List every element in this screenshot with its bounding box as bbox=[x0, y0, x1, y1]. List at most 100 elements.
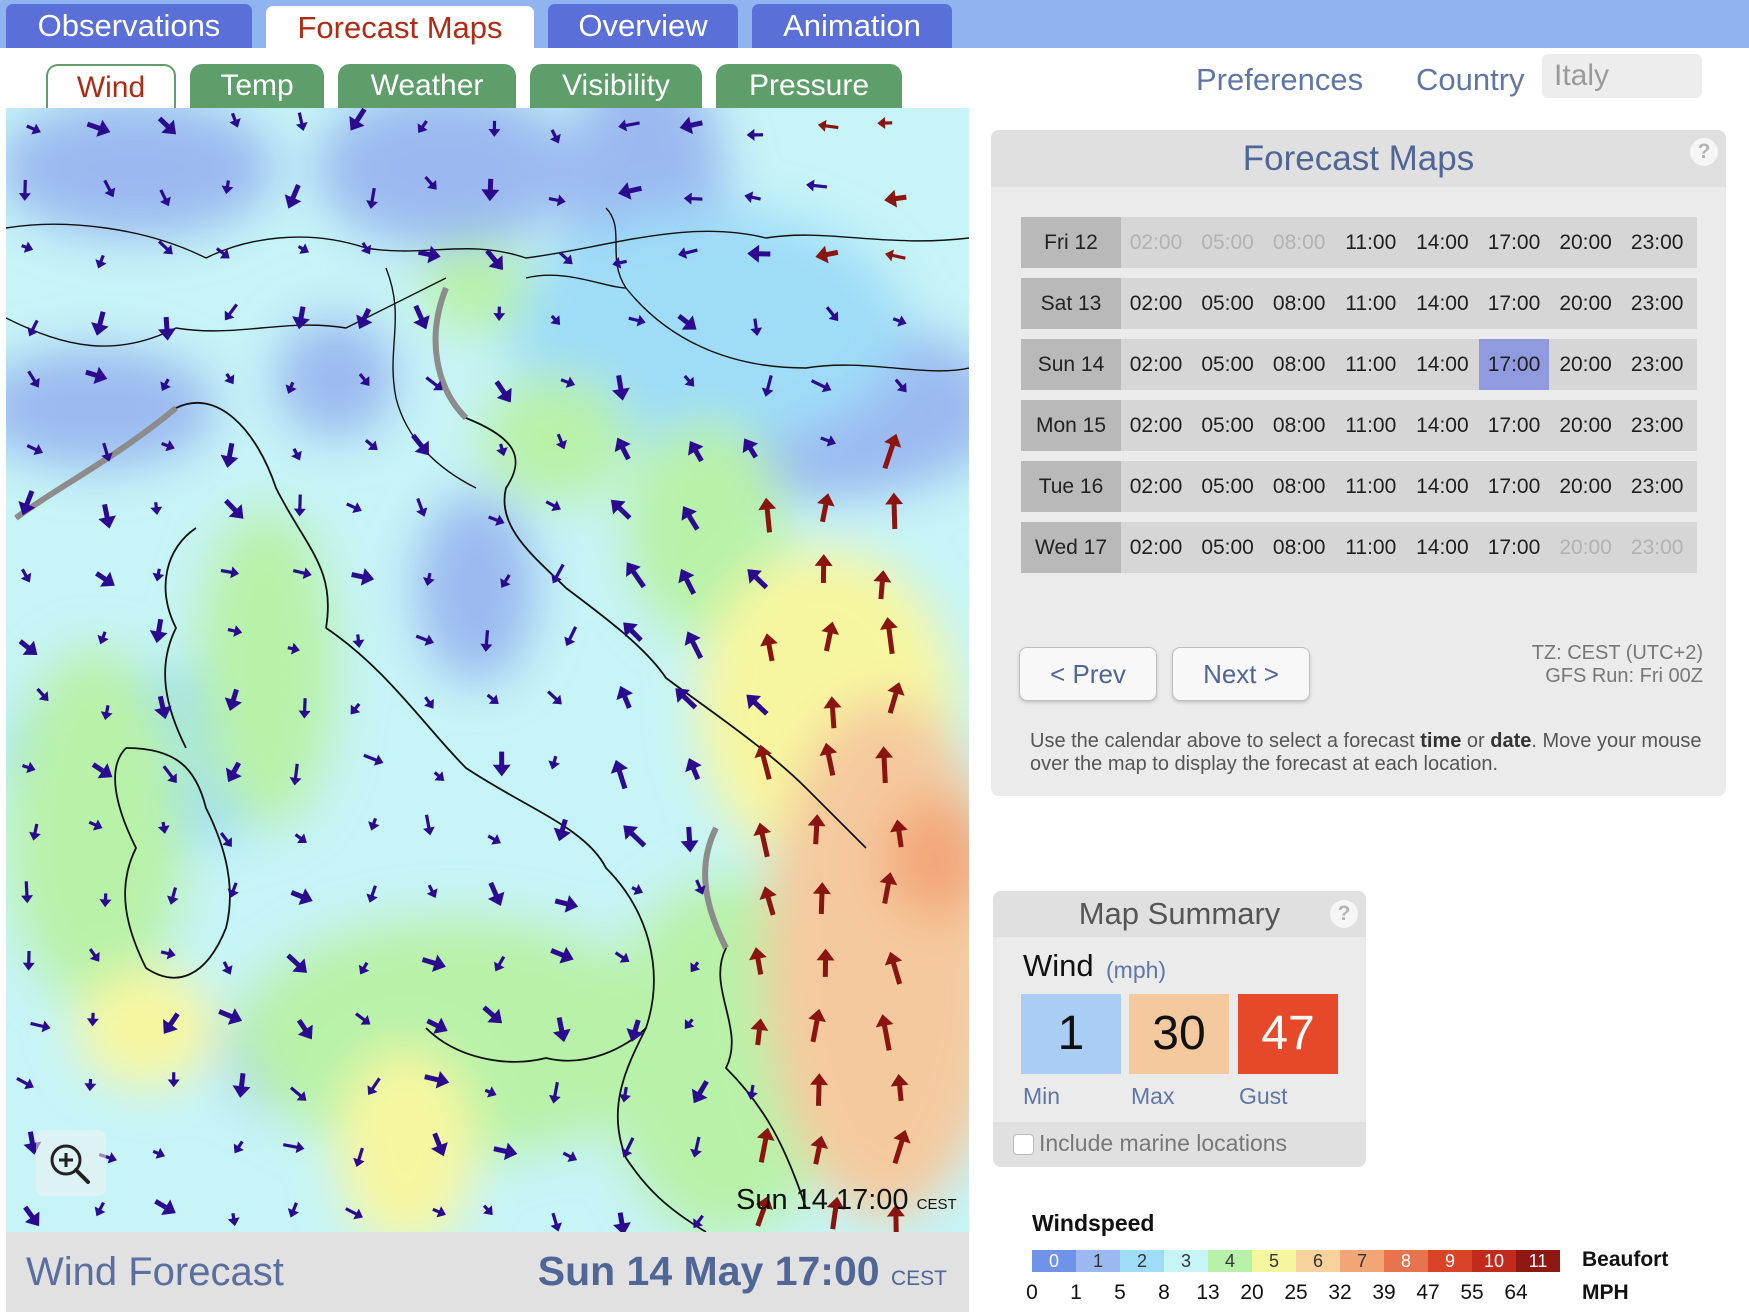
forecast-time-slot[interactable]: 14:00 bbox=[1407, 522, 1477, 573]
forecast-time-slot[interactable]: 11:00 bbox=[1336, 522, 1406, 573]
map-datetime-value: Sun 14 May 17:00 bbox=[537, 1248, 880, 1294]
summary-max-label: Max bbox=[1131, 1083, 1175, 1109]
forecast-day-row: Tue 16 02:00 05:00 08:00 11:00 14:00 17:00 20:0… bbox=[1021, 461, 1697, 512]
legend-beaufort-cell: 8 bbox=[1384, 1250, 1428, 1272]
forecast-time-slot[interactable]: 20:00 bbox=[1551, 217, 1621, 268]
legend-beaufort-label: Beaufort bbox=[1582, 1248, 1669, 1271]
forecast-time-slot[interactable]: 08:00 bbox=[1264, 339, 1334, 390]
marine-checkbox[interactable] bbox=[1013, 1134, 1034, 1155]
summary-unit: (mph) bbox=[1106, 957, 1167, 983]
forecast-time-slot[interactable]: 17:00 bbox=[1479, 400, 1549, 451]
forecast-time-slot[interactable]: 23:00 bbox=[1622, 217, 1692, 268]
forecast-time-slot[interactable]: 05:00 bbox=[1193, 400, 1263, 451]
forecast-time-slot[interactable]: 08:00 bbox=[1264, 400, 1334, 451]
tab-animation[interactable]: Animation bbox=[752, 4, 952, 48]
summary-gust-value: 47 bbox=[1238, 994, 1338, 1074]
forecast-time-slot[interactable]: 08:00 bbox=[1264, 278, 1334, 329]
forecast-time-slot[interactable]: 11:00 bbox=[1336, 339, 1406, 390]
forecast-day-label[interactable]: Wed 17 bbox=[1021, 522, 1121, 573]
tab-forecast-maps[interactable]: Forecast Maps bbox=[266, 6, 534, 48]
forecast-time-slot[interactable]: 02:00 bbox=[1121, 278, 1191, 329]
forecast-time-slot[interactable]: 23:00 bbox=[1622, 339, 1692, 390]
subtab-weather[interactable]: Weather bbox=[338, 64, 516, 108]
legend-beaufort-cell: 6 bbox=[1296, 1250, 1340, 1272]
forecast-time-slot[interactable]: 20:00 bbox=[1551, 400, 1621, 451]
summary-variable: Wind bbox=[1023, 948, 1094, 983]
legend-beaufort-cell: 10 bbox=[1472, 1250, 1516, 1272]
windspeed-legend: Windspeed 0 0 1 1 2 5 3 8 4 13 5 20 6 25 7 32 8 39 9 47 10 55… bbox=[1000, 1210, 1740, 1310]
forecast-help-icon[interactable]: ? bbox=[1690, 138, 1718, 166]
legend-mph-value: 8 bbox=[1158, 1281, 1170, 1304]
map-datetime-tz: CEST bbox=[890, 1267, 947, 1290]
preferences-link[interactable]: Preferences bbox=[1196, 58, 1363, 102]
legend-beaufort-cell: 3 bbox=[1164, 1250, 1208, 1272]
forecast-time-slot[interactable]: 14:00 bbox=[1407, 278, 1477, 329]
legend-mph-value: 25 bbox=[1284, 1281, 1308, 1304]
legend-mph-value: 32 bbox=[1328, 1281, 1352, 1304]
forecast-time-slot[interactable]: 14:00 bbox=[1407, 217, 1477, 268]
forecast-time-slot[interactable]: 14:00 bbox=[1407, 461, 1477, 512]
forecast-day-label[interactable]: Fri 12 bbox=[1021, 217, 1121, 268]
legend-beaufort-cell: 0 bbox=[1032, 1250, 1076, 1272]
forecast-time-slot[interactable]: 23:00 bbox=[1622, 278, 1692, 329]
forecast-time-slot[interactable]: 05:00 bbox=[1193, 278, 1263, 329]
country-label: Country bbox=[1416, 62, 1525, 97]
forecast-day-row: Fri 12 02:00 05:00 08:00 11:00 14:00 17:00 20:0… bbox=[1021, 217, 1697, 268]
forecast-time-slot[interactable]: 02:00 bbox=[1121, 522, 1191, 573]
forecast-time-slot[interactable]: 05:00 bbox=[1193, 339, 1263, 390]
forecast-time-slot[interactable]: 08:00 bbox=[1264, 461, 1334, 512]
forecast-time-slot[interactable]: 20:00 bbox=[1551, 278, 1621, 329]
tab-observations[interactable]: Observations bbox=[6, 4, 252, 48]
forecast-time-slot[interactable]: 17:00 bbox=[1479, 278, 1549, 329]
next-button[interactable]: Next > bbox=[1172, 647, 1310, 701]
legend-beaufort-cell: 7 bbox=[1340, 1250, 1384, 1272]
forecast-time-slot[interactable]: 23:00 bbox=[1622, 461, 1692, 512]
forecast-time-slot[interactable]: 11:00 bbox=[1336, 400, 1406, 451]
forecast-time-slot[interactable]: 11:00 bbox=[1336, 278, 1406, 329]
zoom-button[interactable] bbox=[36, 1130, 106, 1196]
legend-mph-value: 13 bbox=[1196, 1281, 1220, 1304]
forecast-time-slot[interactable]: 17:00 bbox=[1479, 339, 1549, 390]
country-select[interactable]: Italy bbox=[1542, 54, 1702, 98]
forecast-time-slot[interactable]: 17:00 bbox=[1479, 461, 1549, 512]
legend-beaufort-cell: 1 bbox=[1076, 1250, 1120, 1272]
forecast-time-slot[interactable]: 02:00 bbox=[1121, 400, 1191, 451]
map-footer: Wind Forecast Sun 14 May 17:00 CEST bbox=[6, 1232, 969, 1312]
forecast-day-label[interactable]: Mon 15 bbox=[1021, 400, 1121, 451]
forecast-time-slot[interactable]: 08:00 bbox=[1264, 522, 1334, 573]
tab-overview[interactable]: Overview bbox=[548, 4, 738, 48]
forecast-time-slot[interactable]: 17:00 bbox=[1479, 522, 1549, 573]
forecast-time-slot[interactable]: 05:00 bbox=[1193, 522, 1263, 573]
forecast-day-row: Sat 13 02:00 05:00 08:00 11:00 14:00 17:00 20:0… bbox=[1021, 278, 1697, 329]
forecast-time-slot[interactable]: 14:00 bbox=[1407, 400, 1477, 451]
forecast-time-slot: 08:00 bbox=[1272, 231, 1326, 254]
map-timestamp-tz: CEST bbox=[916, 1196, 957, 1213]
forecast-time-slot[interactable]: 02:00 bbox=[1121, 339, 1191, 390]
subtab-visibility[interactable]: Visibility bbox=[530, 64, 702, 108]
subtab-wind[interactable]: Wind bbox=[46, 64, 176, 108]
marine-label[interactable]: Include marine locations bbox=[1039, 1130, 1287, 1157]
subtab-temp[interactable]: Temp bbox=[190, 64, 324, 108]
map-timestamp-time: Sun 14 17:00 bbox=[736, 1184, 909, 1216]
summary-help-icon[interactable]: ? bbox=[1330, 900, 1358, 928]
forecast-time-slot[interactable]: 20:00 bbox=[1551, 461, 1621, 512]
forecast-day-label[interactable]: Sat 13 bbox=[1021, 278, 1121, 329]
forecast-time-slot[interactable]: 02:00 bbox=[1121, 461, 1191, 512]
wind-map[interactable]: Sun 14 17:00 CEST bbox=[6, 108, 969, 1232]
forecast-time-slot[interactable]: 11:00 bbox=[1336, 217, 1406, 268]
forecast-time-slot[interactable]: 17:00 bbox=[1479, 217, 1549, 268]
forecast-day-label[interactable]: Tue 16 bbox=[1021, 461, 1121, 512]
forecast-time-slot[interactable]: 20:00 bbox=[1551, 339, 1621, 390]
forecast-time-slot[interactable]: 23:00 bbox=[1622, 400, 1692, 451]
forecast-time-slot: 23:00 bbox=[1630, 536, 1684, 559]
zoom-in-icon bbox=[50, 1144, 90, 1184]
forecast-time-slot: 20:00 bbox=[1559, 536, 1612, 559]
wind-map-canvas[interactable] bbox=[6, 108, 969, 1232]
subtab-pressure[interactable]: Pressure bbox=[716, 64, 902, 108]
legend-title: Windspeed bbox=[1032, 1210, 1155, 1236]
prev-button[interactable]: < Prev bbox=[1019, 647, 1157, 701]
forecast-time-slot[interactable]: 11:00 bbox=[1336, 461, 1406, 512]
forecast-day-label[interactable]: Sun 14 bbox=[1021, 339, 1121, 390]
forecast-time-slot[interactable]: 05:00 bbox=[1193, 461, 1263, 512]
forecast-time-slot[interactable]: 14:00 bbox=[1407, 339, 1477, 390]
